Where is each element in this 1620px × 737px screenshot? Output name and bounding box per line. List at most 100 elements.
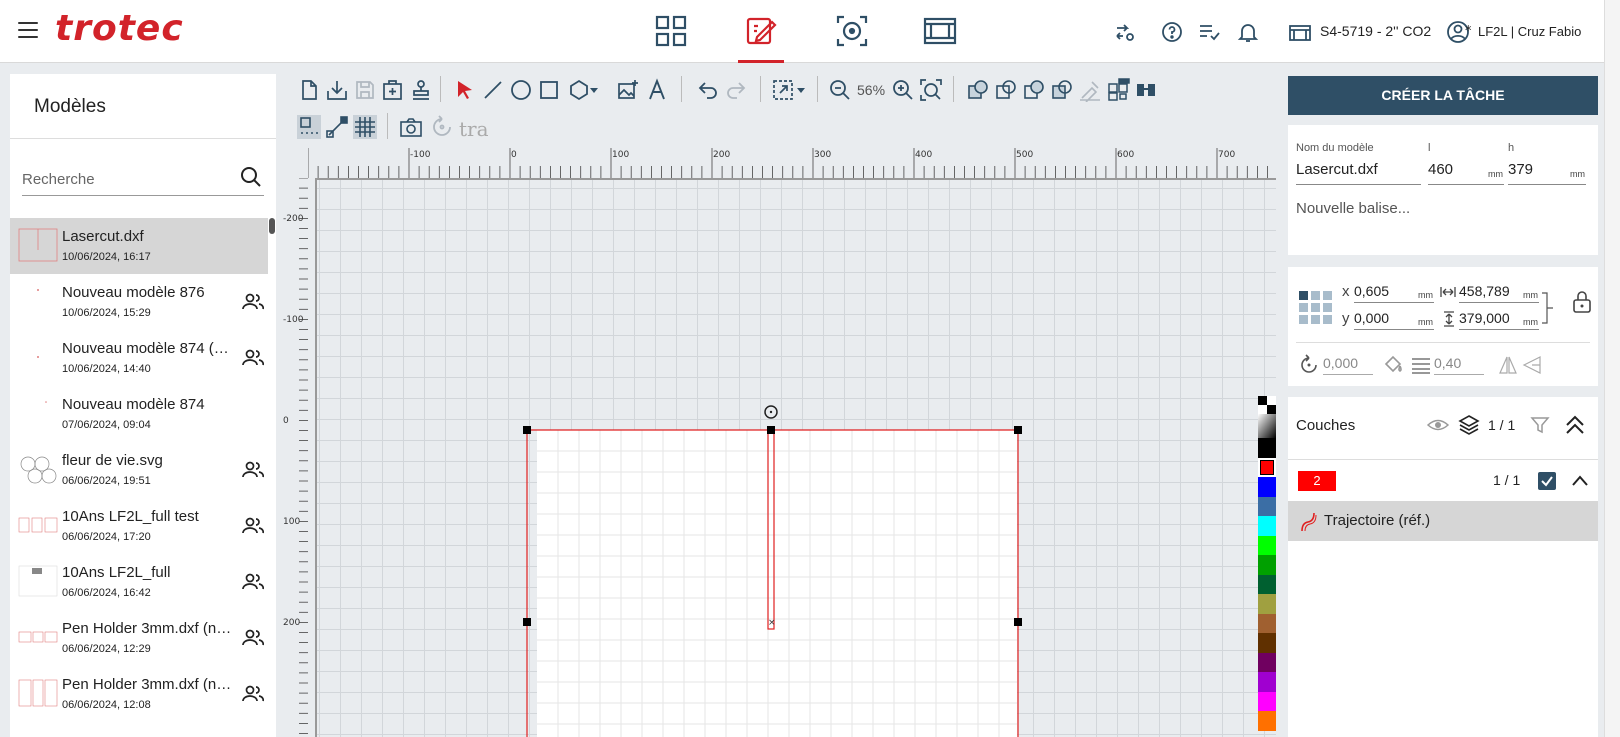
- color-swatch[interactable]: [1258, 438, 1276, 458]
- list-scrollbar[interactable]: [269, 218, 275, 234]
- list-item[interactable]: Nouveau modèle 874 (n… 10/06/2024, 14:40: [10, 330, 268, 386]
- color-swatches[interactable]: [1258, 438, 1276, 731]
- anchor-grid-icon[interactable]: [1299, 291, 1333, 325]
- sync-settings-icon[interactable]: [1113, 20, 1137, 44]
- list-item[interactable]: Lasercut.dxf 10/06/2024, 16:17: [10, 218, 268, 274]
- list-item[interactable]: 10Ans LF2L_full test 06/06/2024, 17:20: [10, 498, 268, 554]
- layer-visible-checkbox[interactable]: [1538, 472, 1556, 490]
- ellipse-tool-icon[interactable]: [509, 78, 533, 102]
- color-swatch[interactable]: [1258, 652, 1276, 672]
- color-swatch[interactable]: [1258, 535, 1276, 555]
- design-name-field[interactable]: Lasercut.dxf: [1296, 161, 1421, 185]
- lock-icon[interactable]: [1572, 291, 1592, 313]
- eye-icon[interactable]: [1426, 416, 1450, 434]
- combine-exclude-icon[interactable]: [1050, 78, 1074, 102]
- collapse-all-icon[interactable]: [1564, 414, 1586, 436]
- list-item[interactable]: Pen Holder 3mm.dxf (n… 06/06/2024, 12:08: [10, 666, 268, 722]
- zoom-in-icon[interactable]: [891, 78, 915, 102]
- line-tool-icon[interactable]: [481, 78, 505, 102]
- ruler-label: 200: [283, 618, 300, 628]
- color-swatch[interactable]: [1258, 457, 1276, 477]
- color-swatch[interactable]: [1258, 594, 1276, 614]
- line-width-icon: [1412, 358, 1430, 374]
- save-icon[interactable]: [353, 78, 377, 102]
- undo-icon[interactable]: [696, 78, 720, 102]
- grid-toggle-icon[interactable]: [353, 115, 377, 139]
- item-name: 10Ans LF2L_full test: [62, 508, 199, 525]
- color-swatch[interactable]: [1258, 691, 1276, 711]
- menu-icon[interactable]: [18, 22, 38, 38]
- redo-icon[interactable]: [724, 78, 748, 102]
- combine-subtract-icon[interactable]: [994, 78, 1018, 102]
- color-swatch[interactable]: [1258, 555, 1276, 575]
- vertical-ruler: -200 -100 0 100 200: [283, 178, 308, 734]
- fill-bucket-icon[interactable]: [1382, 354, 1404, 376]
- chevron-down-icon[interactable]: [588, 78, 600, 102]
- arrange-icon[interactable]: [771, 78, 795, 102]
- user-name[interactable]: LF2L | Cruz Fabio: [1478, 24, 1581, 39]
- dashboard-mode-icon[interactable]: [650, 10, 692, 52]
- color-palette[interactable]: [1258, 396, 1276, 737]
- line-width-field[interactable]: 0,40: [1434, 355, 1484, 375]
- rotation-field[interactable]: 0,000: [1323, 355, 1373, 375]
- h-unit: mm: [1523, 317, 1538, 327]
- combine-union-icon[interactable]: [966, 78, 990, 102]
- design-canvas[interactable]: ×: [315, 178, 1276, 737]
- notification-bell-icon[interactable]: [1236, 20, 1260, 44]
- list-item[interactable]: fleur de vie.svg 06/06/2024, 19:51: [10, 442, 268, 498]
- list-item[interactable]: Pen Holder 3mm.dxf (n… 06/06/2024, 12:29: [10, 610, 268, 666]
- color-swatch[interactable]: [1258, 496, 1276, 516]
- add-to-job-icon[interactable]: [381, 78, 405, 102]
- chevron-up-icon[interactable]: [1570, 471, 1590, 491]
- design-drawing[interactable]: ×: [317, 180, 1276, 737]
- help-icon[interactable]: [1160, 20, 1184, 44]
- layer-color-badge[interactable]: 2: [1298, 471, 1336, 491]
- layers-icon[interactable]: [1458, 414, 1480, 436]
- list-item[interactable]: Nouveau modèle 876 10/06/2024, 15:29: [10, 274, 268, 330]
- qr-code-icon[interactable]: [1106, 78, 1130, 102]
- flip-horizontal-icon[interactable]: [1498, 355, 1518, 375]
- color-swatch[interactable]: [1258, 574, 1276, 594]
- task-list-icon[interactable]: [1197, 20, 1221, 44]
- tag-input[interactable]: Nouvelle balise...: [1296, 200, 1410, 217]
- rectangle-tool-icon[interactable]: [537, 78, 561, 102]
- machine-name[interactable]: S4-5719 - 2'' CO2: [1320, 23, 1431, 39]
- select-tool-icon[interactable]: [453, 78, 477, 102]
- chevron-down-icon[interactable]: [795, 78, 807, 102]
- new-file-icon[interactable]: [297, 78, 321, 102]
- list-item[interactable]: 10Ans LF2L_full 06/06/2024, 16:42: [10, 554, 268, 610]
- rotate-text-icon[interactable]: [430, 115, 454, 139]
- combine-intersect-icon[interactable]: [1022, 78, 1046, 102]
- position-mode-icon[interactable]: [831, 10, 873, 52]
- production-mode-icon[interactable]: [919, 10, 961, 52]
- search-icon[interactable]: [240, 166, 262, 188]
- flip-vertical-icon[interactable]: [1522, 355, 1542, 375]
- camera-add-icon[interactable]: [399, 115, 423, 139]
- gradient-swatch[interactable]: [1258, 396, 1276, 438]
- zoom-out-icon[interactable]: [828, 78, 852, 102]
- color-swatch[interactable]: [1258, 672, 1276, 692]
- filter-icon[interactable]: [1530, 415, 1550, 435]
- color-swatch[interactable]: [1258, 711, 1276, 731]
- color-swatch[interactable]: [1258, 613, 1276, 633]
- zoom-level[interactable]: 56%: [857, 82, 885, 98]
- create-job-button[interactable]: CRÉER LA TÂCHE: [1288, 76, 1598, 115]
- color-swatch[interactable]: [1258, 516, 1276, 536]
- image-tool-icon[interactable]: [616, 78, 640, 102]
- path-list-item[interactable]: Trajectoire (réf.): [1288, 501, 1598, 541]
- text-tool-icon[interactable]: [645, 78, 669, 102]
- import-icon[interactable]: [325, 78, 349, 102]
- paint-fill-icon[interactable]: [1078, 78, 1102, 103]
- color-swatch[interactable]: [1258, 477, 1276, 497]
- search-input[interactable]: [22, 166, 222, 192]
- design-mode-icon[interactable]: [738, 10, 784, 63]
- list-item[interactable]: Nouveau modèle 874 07/06/2024, 09:04: [10, 386, 268, 442]
- snap-grid-icon[interactable]: [297, 115, 321, 139]
- align-icon[interactable]: [1134, 78, 1158, 102]
- zoom-fit-icon[interactable]: [919, 78, 943, 102]
- rotate-handle-icon[interactable]: [764, 405, 778, 419]
- color-swatch[interactable]: [1258, 633, 1276, 653]
- machine-icon[interactable]: [1288, 21, 1312, 45]
- stamp-icon[interactable]: [409, 78, 433, 102]
- snap-points-icon[interactable]: [325, 115, 349, 139]
